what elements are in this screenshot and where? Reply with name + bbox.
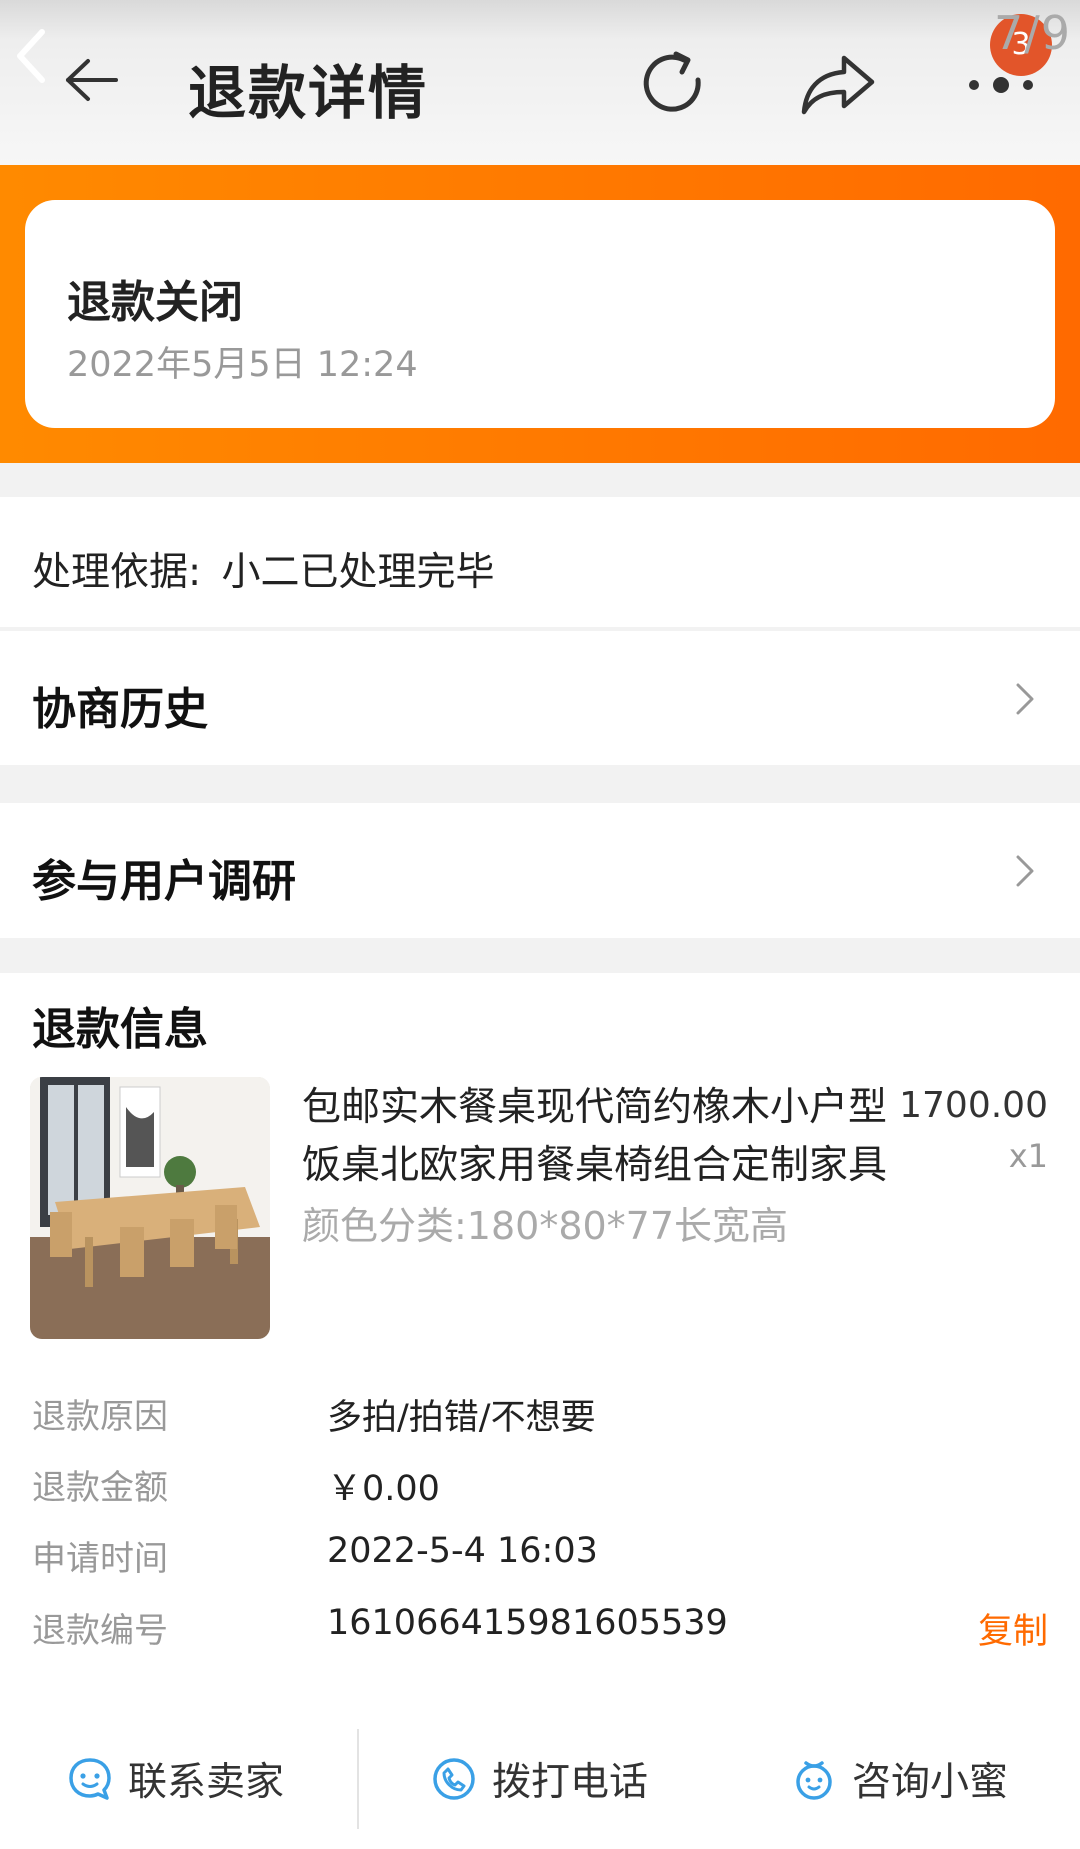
processing-basis-label: 处理依据: <box>32 550 202 595</box>
processing-basis-text: 处理依据: 小二已处理完毕 <box>32 541 495 597</box>
refresh-icon[interactable] <box>636 50 712 120</box>
apply-time-label: 申请时间 <box>32 1539 168 1579</box>
product-spec: 颜色分类:180*80*77长宽高 <box>302 1204 789 1248</box>
status-card: 退款关闭 2022年5月5日 12:24 <box>25 200 1055 428</box>
product-quantity: x1 <box>1008 1137 1048 1175</box>
processing-basis-value: 小二已处理完毕 <box>221 550 495 595</box>
section-title: 退款信息 <box>32 1004 208 1055</box>
call-phone-button[interactable]: 拨打电话 <box>430 1747 648 1811</box>
back-arrow-icon[interactable] <box>62 55 120 105</box>
refund-amount-value: ￥0.00 <box>327 1469 440 1509</box>
status-time: 2022年5月5日 12:24 <box>67 345 418 385</box>
processing-basis-row: 处理依据: 小二已处理完毕 <box>0 497 1080 627</box>
consult-xiaomi-label: 咨询小蜜 <box>852 1760 1009 1805</box>
page-indicator: 7/9 <box>994 6 1072 60</box>
chevron-right-icon <box>1016 683 1034 715</box>
contact-seller-label: 联系卖家 <box>128 1760 285 1805</box>
bottom-action-bar: 联系卖家 拨打电话 咨询小蜜 <box>0 1711 1080 1849</box>
chevron-right-icon <box>1016 855 1034 887</box>
apply-time-value: 2022-5-4 16:03 <box>327 1531 598 1571</box>
refund-info-section: 退款信息 包邮实木餐桌现代简约橡木小户型饭桌北欧家用餐桌椅组合定制家具 颜色分类… <box>0 973 1080 1711</box>
top-bar: 退款详情 3 7/9 <box>0 0 1080 165</box>
product-image[interactable] <box>30 1077 270 1339</box>
refund-reason-label: 退款原因 <box>32 1397 168 1437</box>
contact-seller-button[interactable]: 联系卖家 <box>66 1747 284 1811</box>
refund-amount-label: 退款金额 <box>32 1468 168 1508</box>
consult-xiaomi-button[interactable]: 咨询小蜜 <box>790 1747 1008 1811</box>
page-title: 退款详情 <box>188 59 429 127</box>
product-name[interactable]: 包邮实木餐桌现代简约橡木小户型饭桌北欧家用餐桌椅组合定制家具 <box>302 1079 912 1195</box>
refund-reason-value: 多拍/拍错/不想要 <box>327 1398 596 1438</box>
divider <box>357 1729 359 1829</box>
phone-icon <box>433 1758 475 1800</box>
share-icon[interactable] <box>798 52 878 118</box>
negotiation-history-label: 协商历史 <box>32 684 208 735</box>
call-phone-label: 拨打电话 <box>492 1760 649 1805</box>
product-price: 1700.00 <box>899 1085 1048 1126</box>
negotiation-history-row[interactable]: 协商历史 <box>0 631 1080 765</box>
assistant-face-icon <box>796 1761 832 1800</box>
copy-button[interactable]: 复制 <box>978 1603 1048 1654</box>
refund-number-label: 退款编号 <box>32 1611 168 1651</box>
refund-number-value: 161066415981605539 <box>327 1603 728 1643</box>
chevron-left-icon[interactable] <box>14 26 48 86</box>
user-survey-row[interactable]: 参与用户调研 <box>0 803 1080 938</box>
status-title: 退款关闭 <box>67 277 243 328</box>
user-survey-label: 参与用户调研 <box>32 856 296 907</box>
chat-bubble-icon <box>69 1758 111 1800</box>
